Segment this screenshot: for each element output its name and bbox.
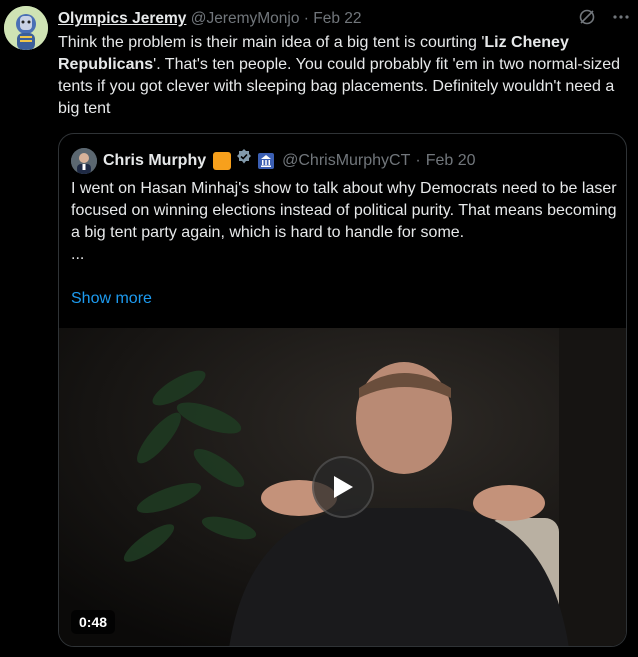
orange-affiliate-badge-icon (213, 152, 232, 170)
play-button[interactable] (312, 456, 374, 518)
grok-icon[interactable] (578, 8, 596, 33)
author-handle[interactable]: @JeremyMonjo (191, 10, 300, 27)
author-name[interactable]: Olympics Jeremy (58, 10, 186, 27)
person-photo-icon (71, 148, 97, 174)
tweet[interactable]: Olympics Jeremy @JeremyMonjo · Feb 22 Th… (0, 0, 638, 657)
quoted-text-ellipsis: ... (71, 246, 85, 263)
cartoon-avatar-icon (4, 6, 48, 50)
author-avatar[interactable] (4, 6, 48, 50)
quoted-author-handle[interactable]: @ChrisMurphyCT (282, 148, 410, 174)
separator: · (303, 10, 309, 27)
quoted-author-avatar[interactable] (71, 148, 97, 174)
more-icon[interactable] (612, 8, 630, 33)
quoted-tweet-text: I went on Hasan Minhaj's show to talk ab… (71, 178, 617, 266)
government-badge-icon (257, 152, 275, 170)
show-more-link[interactable]: Show more (71, 288, 152, 310)
quoted-text-body: I went on Hasan Minhaj's show to talk ab… (71, 180, 617, 241)
quoted-tweet-date[interactable]: Feb 20 (426, 148, 476, 174)
tweet-text: Think the problem is their main idea of … (58, 32, 623, 120)
quoted-author-name[interactable]: Chris Murphy (103, 148, 206, 174)
tweet-text-part: Think the problem is their main idea of … (58, 34, 485, 51)
tweet-date[interactable]: Feb 22 (313, 10, 361, 27)
quoted-tweet[interactable]: Chris Murphy @ChrisMurphyCT · Feb 20 I w… (58, 133, 627, 647)
verified-badge-icon (235, 148, 253, 175)
play-icon (334, 476, 353, 498)
video-player[interactable]: 0:48 (59, 328, 626, 646)
separator: · (415, 152, 421, 169)
video-duration: 0:48 (71, 610, 116, 634)
tweet-header: Olympics Jeremy @JeremyMonjo · Feb 22 (58, 8, 630, 30)
quoted-tweet-header: Chris Murphy @ChrisMurphyCT · Feb 20 (71, 148, 476, 174)
